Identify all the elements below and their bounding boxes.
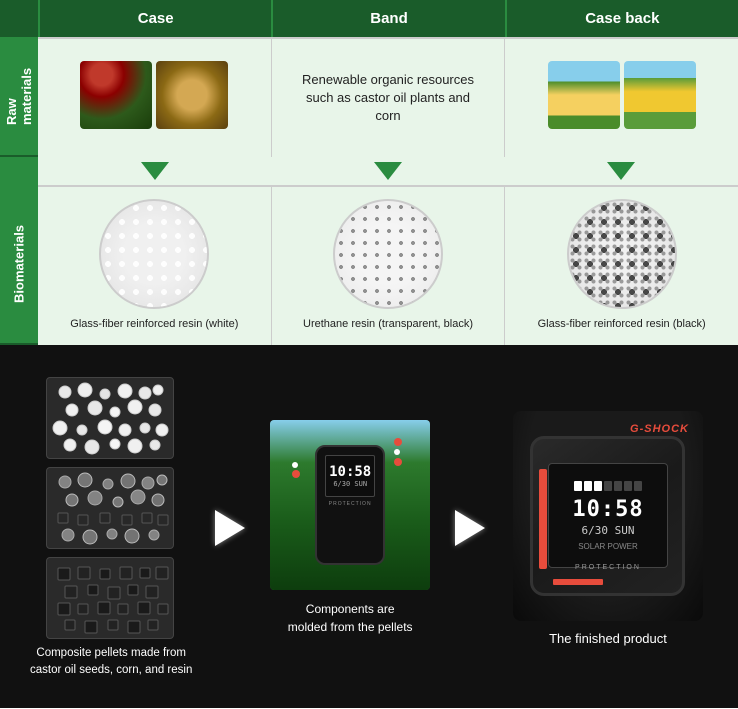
down-arrow-case (141, 162, 169, 180)
down-arrow-band (374, 162, 402, 180)
finished-watch-time: 10:58 (572, 497, 643, 522)
arrow-right-2 (440, 510, 500, 546)
arrow-right-1 (200, 510, 260, 546)
finished-caption: The finished product (549, 631, 667, 646)
bio-case-caption: Glass-fiber reinforced resin (white) (70, 317, 238, 332)
scattered-dots (391, 435, 405, 469)
raw-case-cell (38, 39, 271, 157)
pellets-column: Composite pellets made from castor oil s… (30, 377, 192, 680)
raw-case-images (80, 61, 228, 129)
clear-pellets-svg (50, 470, 170, 546)
bio-band-caption: Urethane resin (transparent, black) (303, 317, 473, 332)
watch-screen: 10:58 6/30 SUN SOLAR POWER (548, 463, 668, 568)
header-case: Case (38, 0, 271, 37)
molded-caption: Components are molded from the pellets (288, 600, 413, 636)
top-section: Case Band Case back Raw materials Rene (0, 0, 738, 345)
red-plant-image (80, 61, 152, 129)
watch-bars (574, 481, 642, 491)
watch-accent-left (539, 469, 547, 569)
bar-2 (584, 481, 592, 491)
bar-6 (624, 481, 632, 491)
black-pellets-svg (50, 560, 170, 636)
raw-materials-cells: Renewable organic resources such as cast… (38, 37, 738, 157)
arrow-case (38, 157, 271, 185)
header-corner (0, 0, 38, 37)
raw-band-content: Renewable organic resources such as cast… (298, 51, 478, 145)
watch-brand: G-SHOCK (630, 423, 689, 435)
bar-4 (604, 481, 612, 491)
bar-1 (574, 481, 582, 491)
arrow-shape-2 (455, 510, 485, 546)
seeds-image (156, 61, 228, 129)
bio-band-cell: Urethane resin (transparent, black) (271, 187, 505, 345)
white-pellets-svg (50, 380, 170, 456)
pellet-boxes (46, 377, 176, 639)
raw-caseback-cell (504, 39, 738, 157)
arrow-shape-1 (215, 510, 245, 546)
bottom-section: Composite pellets made from castor oil s… (0, 348, 738, 708)
header-caseback: Case back (505, 0, 738, 37)
molded-watch-date: 6/30 SUN (333, 480, 367, 488)
molded-column: 10:58 6/30 SUN PROTECTION Components are… (268, 420, 433, 636)
bar-7 (634, 481, 642, 491)
arrow-band (271, 157, 504, 185)
white-pellets-box (46, 377, 174, 459)
bar-3 (594, 481, 602, 491)
pellets-caption: Composite pellets made from castor oil s… (30, 645, 192, 680)
arrow-cells-1 (38, 157, 738, 185)
bio-caseback-caption: Glass-fiber reinforced resin (black) (538, 317, 706, 332)
arrow-caseback (505, 157, 738, 185)
finished-column: G-SHOCK 10:58 6/30 SUN SOLAR POW (508, 411, 708, 646)
corn1-image (548, 61, 620, 129)
header-row: Case Band Case back (0, 0, 738, 37)
watch-accent-bottom (553, 579, 603, 585)
finished-watch-container: G-SHOCK 10:58 6/30 SUN SOLAR POW (513, 411, 703, 621)
watch-protection-text: PROTECTION (575, 564, 641, 571)
raw-band-text: Renewable organic resources such as cast… (298, 71, 478, 126)
molded-watch: 10:58 6/30 SUN PROTECTION (315, 445, 385, 565)
urethane-resin-circle (333, 199, 443, 309)
bar-5 (614, 481, 622, 491)
biomaterials-cells: Glass-fiber reinforced resin (white) Ure… (38, 185, 738, 345)
molded-image: 10:58 6/30 SUN PROTECTION (270, 420, 430, 590)
molded-watch-time: 10:58 (329, 464, 371, 480)
bio-caseback-cell: Glass-fiber reinforced resin (black) (504, 187, 738, 345)
down-arrow-caseback (607, 162, 635, 180)
raw-band-cell: Renewable organic resources such as cast… (271, 39, 505, 157)
corn2-image (624, 61, 696, 129)
raw-materials-label: Raw materials (0, 37, 38, 157)
biomaterials-label: Biomaterials (0, 185, 38, 345)
watch-face: 10:58 6/30 SUN SOLAR POWER PROTECTION (530, 436, 685, 596)
bio-case-cell: Glass-fiber reinforced resin (white) (38, 187, 271, 345)
black-pellets-box (46, 557, 174, 639)
arrow-spacer-1 (0, 157, 38, 185)
white-resin-circle (99, 199, 209, 309)
finished-watch-date: 6/30 SUN (581, 524, 634, 537)
header-band: Band (271, 0, 504, 37)
black-resin-circle (567, 199, 677, 309)
finished-watch-solar: SOLAR POWER (578, 542, 638, 551)
arrow-row-1 (0, 157, 738, 185)
raw-caseback-images (548, 61, 696, 129)
scattered-dots-2 (290, 460, 302, 480)
biomaterials-row: Biomaterials Glass-fiber reinforced resi… (0, 185, 738, 345)
raw-materials-row: Raw materials Renewable organic resource… (0, 37, 738, 157)
clear-pellets-box (46, 467, 174, 549)
